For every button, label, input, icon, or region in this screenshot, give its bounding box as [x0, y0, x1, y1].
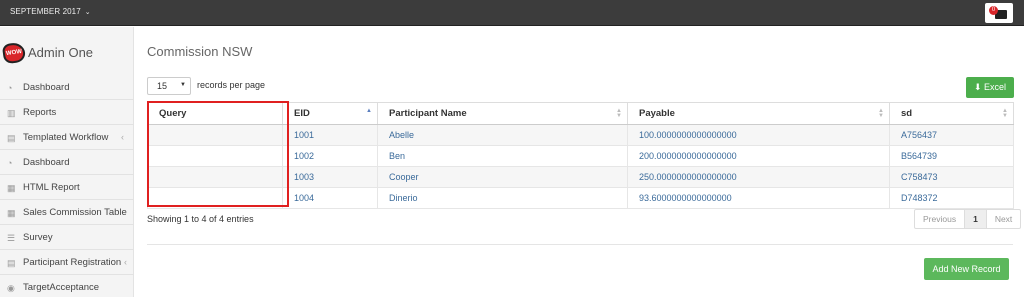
main-content: Commission NSW 15 ▼ records per page ⬇ E…	[135, 27, 1024, 297]
top-bar: SEPTEMBER 2017 ⌄ 0	[0, 0, 1024, 26]
divider	[147, 244, 1013, 245]
sort-icon: ▲ ▼	[1002, 108, 1008, 119]
sidebar-item-label: Sales Commission Table	[23, 207, 127, 218]
notifications-button[interactable]: 0	[985, 3, 1013, 23]
cell-eid[interactable]: 1001	[282, 124, 378, 146]
table-row: 1003 Cooper 250.0000000000000000 C758473	[147, 166, 1014, 188]
table-header-row: Query EID ▲ Participant Name ▲ ▼ Payable ▲ ▼ …	[147, 102, 1014, 125]
records-per-page-label: records per page	[197, 80, 266, 90]
cell-eid[interactable]: 1003	[282, 166, 378, 188]
page-length-value: 15	[157, 81, 168, 91]
table-row: 1001 Abelle 100.0000000000000000 A756437	[147, 124, 1014, 146]
excel-label: Excel	[984, 82, 1007, 92]
pagination-next[interactable]: Next	[987, 210, 1020, 228]
column-header-payable[interactable]: Payable ▲ ▼	[627, 102, 890, 125]
column-header-eid[interactable]: EID ▲	[282, 102, 378, 125]
cell-query	[147, 187, 283, 209]
add-new-record-button[interactable]: Add New Record	[924, 258, 1009, 280]
sidebar-item-label: Dashboard	[23, 157, 70, 168]
sidebar-item-dashboard[interactable]: ◔ Dashboard	[0, 76, 134, 100]
period-label: SEPTEMBER 2017	[10, 7, 81, 16]
cell-payable[interactable]: 200.0000000000000000	[627, 145, 890, 167]
dashboard-icon: ◔	[7, 83, 13, 93]
cell-eid[interactable]: 1004	[282, 187, 378, 209]
cell-sd[interactable]: D748372	[889, 187, 1014, 209]
column-header-sd[interactable]: sd ▲ ▼	[889, 102, 1014, 125]
circle-icon: ◉	[7, 283, 15, 293]
sidebar-item-target-acceptance[interactable]: ◉ TargetAcceptance	[0, 276, 134, 300]
file-icon: ▤	[7, 258, 16, 268]
cell-query	[147, 124, 283, 146]
brand[interactable]: WOW Admin One	[0, 41, 134, 65]
logo: WOW	[1, 41, 27, 65]
chevron-left-icon: ‹	[124, 257, 127, 267]
column-label: EID	[294, 108, 310, 119]
chevron-down-icon: ⌄	[82, 9, 91, 16]
column-label: Query	[159, 108, 187, 119]
dashboard-icon: ◔	[7, 158, 13, 168]
excel-export-button[interactable]: ⬇ Excel	[966, 77, 1014, 98]
page-title: Commission NSW	[147, 44, 253, 59]
sidebar-item-label: TargetAcceptance	[23, 282, 100, 293]
commission-table: Query EID ▲ Participant Name ▲ ▼ Payable ▲ ▼ …	[147, 102, 1014, 209]
cell-payable[interactable]: 100.0000000000000000	[627, 124, 890, 146]
sidebar-item-label: HTML Report	[23, 182, 80, 193]
sidebar-item-html-report[interactable]: ▦ HTML Report	[0, 176, 134, 200]
pagination-page-1[interactable]: 1	[965, 210, 987, 228]
cell-sd[interactable]: C758473	[889, 166, 1014, 188]
sidebar-item-label: Templated Workflow	[23, 132, 109, 143]
sidebar-item-dashboard-2[interactable]: ◔ Dashboard	[0, 151, 134, 175]
cell-payable[interactable]: 93.6000000000000000	[627, 187, 890, 209]
cell-sd[interactable]: B564739	[889, 145, 1014, 167]
sort-icon: ▲ ▼	[616, 108, 622, 119]
cell-eid[interactable]: 1002	[282, 145, 378, 167]
grid-icon: ▦	[7, 208, 16, 218]
table-row: 1004 Dinerio 93.6000000000000000 D748372	[147, 187, 1014, 209]
table-info: Showing 1 to 4 of 4 entries	[147, 214, 254, 224]
table-row: 1002 Ben 200.0000000000000000 B564739	[147, 145, 1014, 167]
sort-ascending-icon: ▲	[366, 108, 372, 114]
sidebar-item-sales-commission-table[interactable]: ▦ Sales Commission Table	[0, 201, 134, 225]
sidebar-item-label: Dashboard	[23, 82, 70, 93]
notification-badge: 0	[989, 6, 998, 15]
sort-icon: ▲ ▼	[878, 108, 884, 119]
brand-name: Admin One	[28, 45, 94, 60]
pagination: Previous 1 Next	[914, 209, 1022, 229]
sidebar-item-label: Participant Registration	[23, 257, 122, 268]
cell-participant-name[interactable]: Dinerio	[377, 187, 628, 209]
sidebar-item-templated-workflow[interactable]: ▤ Templated Workflow ‹	[0, 126, 134, 150]
page-length-select[interactable]: 15 ▼	[147, 77, 191, 95]
caret-down-icon: ▼	[180, 82, 186, 88]
list-icon: ☰	[7, 233, 16, 243]
cell-sd[interactable]: A756437	[889, 124, 1014, 146]
column-header-query[interactable]: Query	[147, 102, 283, 125]
cell-query	[147, 145, 283, 167]
grid-icon: ▦	[7, 183, 16, 193]
column-header-participant-name[interactable]: Participant Name ▲ ▼	[377, 102, 628, 125]
cell-participant-name[interactable]: Ben	[377, 145, 628, 167]
sidebar: WOW Admin One ◔ Dashboard ▥ Reports ▤ Te…	[0, 27, 134, 297]
period-selector[interactable]: SEPTEMBER 2017 ⌄	[10, 7, 91, 16]
bar-chart-icon: ▥	[7, 108, 16, 118]
column-label: sd	[901, 108, 913, 119]
chevron-left-icon: ‹	[121, 132, 124, 142]
column-label: Participant Name	[389, 108, 467, 119]
cell-query	[147, 166, 283, 188]
cell-participant-name[interactable]: Cooper	[377, 166, 628, 188]
pagination-previous[interactable]: Previous	[915, 210, 966, 228]
sidebar-item-survey[interactable]: ☰ Survey	[0, 226, 134, 250]
sidebar-item-reports[interactable]: ▥ Reports	[0, 101, 134, 125]
file-icon: ▤	[7, 133, 16, 143]
sidebar-item-label: Reports	[23, 107, 57, 118]
sidebar-item-label: Survey	[23, 232, 53, 243]
sidebar-item-participant-registration[interactable]: ▤ Participant Registration ‹	[0, 251, 134, 275]
column-label: Payable	[639, 108, 675, 119]
cell-payable[interactable]: 250.0000000000000000	[627, 166, 890, 188]
download-icon: ⬇	[973, 82, 985, 92]
cell-participant-name[interactable]: Abelle	[377, 124, 628, 146]
